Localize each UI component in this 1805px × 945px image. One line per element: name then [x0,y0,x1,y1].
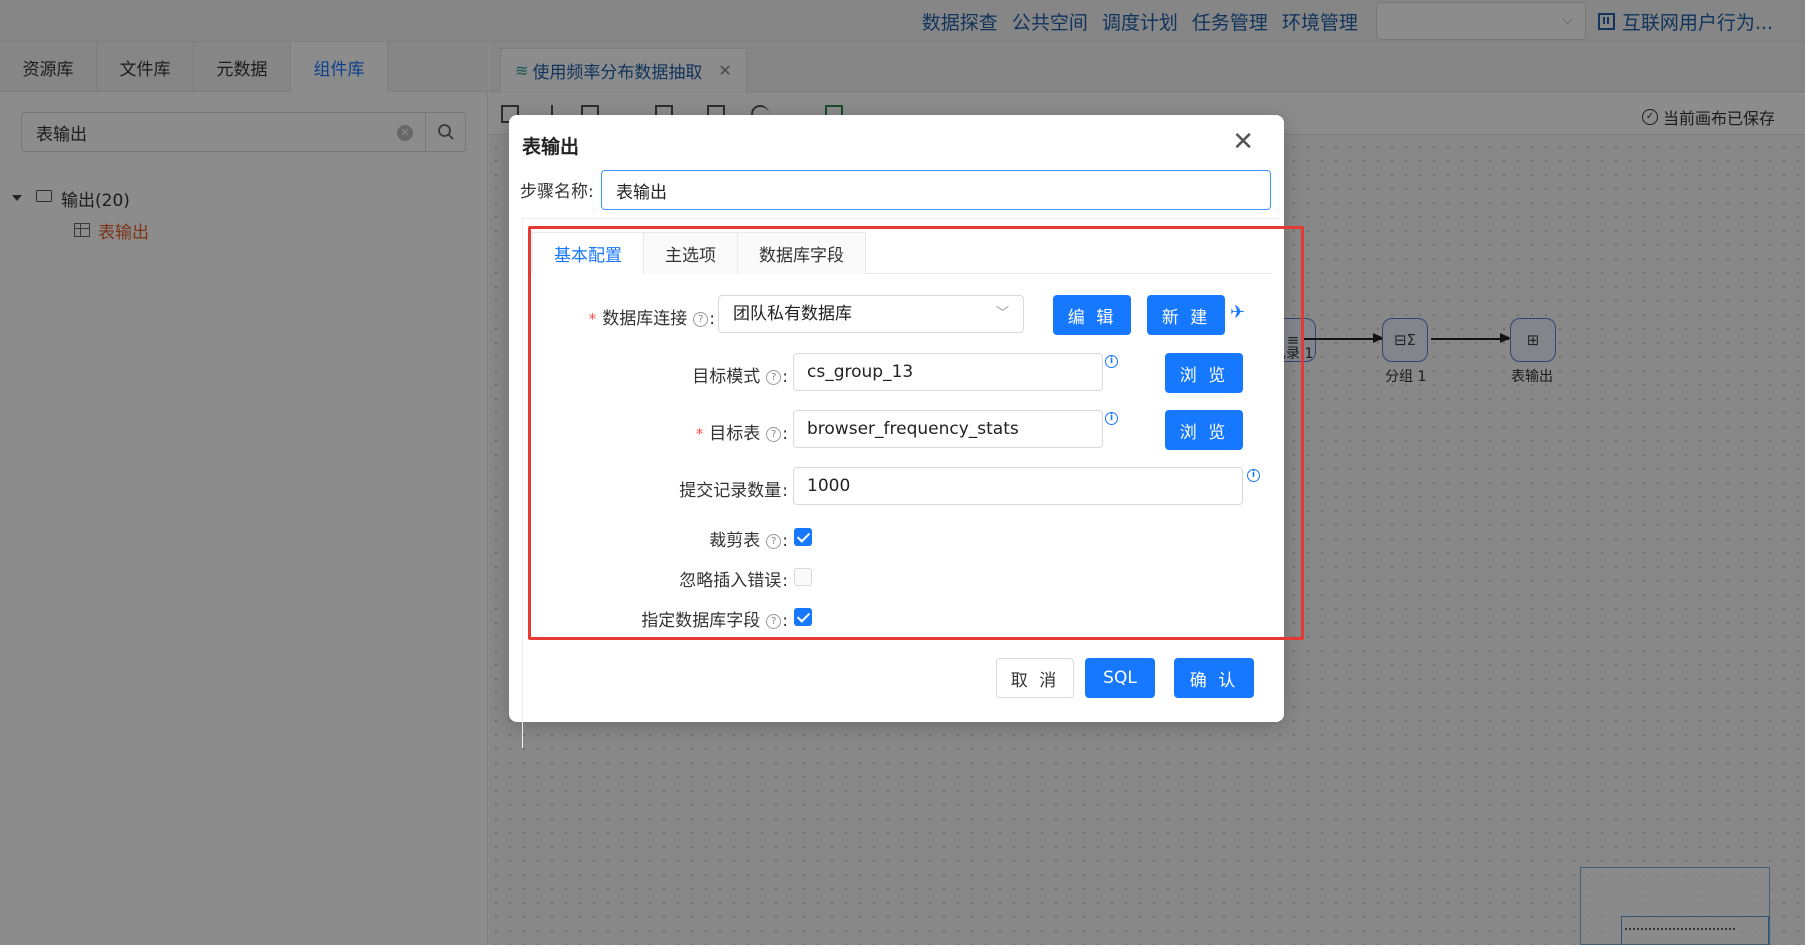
required-mark: * [695,425,704,443]
broom-icon[interactable]: ✈ [1230,302,1245,323]
row-target-schema: 目标模式?: i 浏 览 [509,353,1284,393]
chevron-down-icon: ﹀ [995,306,1009,321]
help-icon[interactable]: ? [766,370,782,385]
label-wrap: 提交记录数量: [509,467,788,507]
tab-db-fields[interactable]: 数据库字段 [738,232,866,274]
colon: : [782,611,788,631]
step-name-input[interactable] [601,170,1271,210]
dialog-title: 表输出 [522,136,580,158]
label-wrap: 裁剪表?: [509,517,788,557]
step-name-label: 步骤名称: [520,182,594,202]
row-truncate-table: 裁剪表?: [509,517,1284,557]
colon: : [782,424,788,444]
db-connection-select[interactable]: 团队私有数据库 ﹀ [718,295,1024,333]
commit-size-label: 提交记录数量: [679,476,788,501]
ignore-insert-errors-checkbox[interactable] [794,568,812,586]
commit-size-label-text: 提交记录数量 [679,481,782,501]
specify-db-fields-checkbox[interactable] [794,608,812,626]
db-connection-label: * 数据库连接?: [589,304,715,329]
row-target-table: * 目标表?: i 浏 览 [509,410,1284,450]
browse-table-button[interactable]: 浏 览 [1165,410,1243,450]
help-icon[interactable]: ? [766,614,782,629]
target-table-input[interactable] [793,410,1103,448]
cancel-button[interactable]: 取 消 [996,658,1074,698]
tab-main-options[interactable]: 主选项 [644,232,738,274]
close-icon[interactable]: ✕ [1232,129,1254,155]
tab-basic-config[interactable]: 基本配置 [532,232,644,275]
commit-size-input[interactable] [793,467,1243,505]
specify-db-fields-label: 指定数据库字段?: [641,606,788,631]
info-icon[interactable]: i [1247,469,1260,482]
truncate-table-label-text: 裁剪表 [709,531,761,551]
row-specify-db-fields: 指定数据库字段?: [509,597,1284,637]
info-icon[interactable]: i [1105,355,1118,368]
help-icon[interactable]: ? [766,534,782,549]
help-icon[interactable]: ? [693,312,709,327]
row-ignore-insert-errors: 忽略插入错误: [509,557,1284,597]
label-wrap: * 数据库连接?: [509,295,715,335]
label-wrap: 指定数据库字段?: [509,597,788,637]
colon: : [782,571,788,591]
target-table-label-text: 目标表 [709,424,761,444]
browse-schema-button[interactable]: 浏 览 [1165,353,1243,393]
target-table-label: * 目标表?: [696,419,788,444]
colon: : [782,531,788,551]
db-connection-value: 团队私有数据库 [733,304,852,324]
target-schema-label-text: 目标模式 [692,367,761,387]
help-icon[interactable]: ? [766,427,782,442]
specify-db-fields-label-text: 指定数据库字段 [641,611,761,631]
table-output-dialog: 表输出 ✕ 步骤名称: 基本配置 主选项 数据库字段 * 数据库连接?: 团队私有… [509,115,1284,748]
label-wrap: 忽略插入错误: [509,557,788,597]
ignore-insert-errors-label: 忽略插入错误: [679,566,788,591]
info-icon[interactable]: i [1105,412,1118,425]
label-wrap: * 目标表?: [509,410,788,450]
edit-connection-button[interactable]: 编 辑 [1053,295,1131,335]
colon: : [782,367,788,387]
new-connection-button[interactable]: 新 建 [1147,295,1225,335]
row-commit-size: 提交记录数量: i [509,467,1284,507]
sql-button[interactable]: SQL [1085,658,1155,698]
truncate-table-label: 裁剪表?: [709,526,788,551]
colon: : [709,309,715,329]
row-db-connection: * 数据库连接?: 团队私有数据库 ﹀ 编 辑 新 建 ✈ [509,295,1284,335]
label-wrap: 目标模式?: [509,353,788,393]
dialog-tabs: 基本配置 主选项 数据库字段 [532,232,1272,275]
db-connection-label-text: 数据库连接 [602,309,688,329]
target-schema-label: 目标模式?: [692,362,788,387]
confirm-button[interactable]: 确 认 [1174,658,1254,698]
ignore-insert-errors-label-text: 忽略插入错误 [679,571,782,591]
target-schema-input[interactable] [793,353,1103,391]
colon: : [782,481,788,501]
required-mark: * [588,310,597,328]
truncate-table-checkbox[interactable] [794,528,812,546]
